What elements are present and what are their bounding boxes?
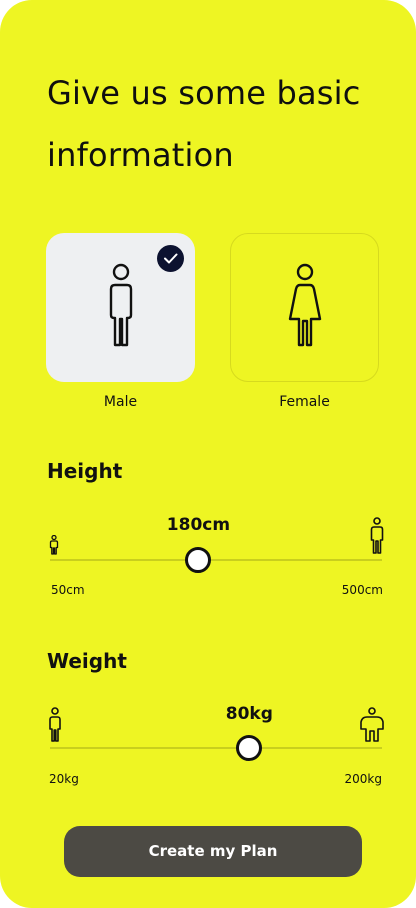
height-value-label: 180cm xyxy=(166,515,231,535)
height-section-title: Height xyxy=(47,459,123,483)
weight-slider-thumb[interactable] xyxy=(236,735,263,761)
weight-min-label: 20kg xyxy=(49,772,79,786)
gender-option-female[interactable] xyxy=(230,233,379,382)
height-slider-track[interactable] xyxy=(50,559,382,561)
gender-label-female: Female xyxy=(279,394,330,410)
small-person-icon xyxy=(49,535,59,555)
thin-person-icon xyxy=(49,707,61,742)
female-figure-icon xyxy=(288,263,321,346)
weight-value-label: 80kg xyxy=(225,704,273,724)
height-slider-thumb[interactable] xyxy=(185,547,212,573)
gender-option-male[interactable] xyxy=(46,233,195,382)
weight-max-label: 200kg xyxy=(344,772,382,786)
tall-person-icon xyxy=(370,517,384,554)
selected-check-badge xyxy=(157,245,184,272)
weight-slider-track[interactable] xyxy=(50,747,382,749)
height-max-label: 500cm xyxy=(341,583,383,597)
heavy-person-icon xyxy=(360,707,384,742)
check-icon xyxy=(164,253,178,264)
onboarding-card: Give us some basic information Male Fema… xyxy=(0,0,416,908)
male-figure-icon xyxy=(109,263,132,346)
weight-section-title: Weight xyxy=(47,649,127,673)
height-min-label: 50cm xyxy=(51,583,85,597)
gender-label-male: Male xyxy=(103,394,138,410)
create-plan-button[interactable]: Create my Plan xyxy=(64,826,362,877)
page-title: Give us some basic information xyxy=(47,74,361,174)
